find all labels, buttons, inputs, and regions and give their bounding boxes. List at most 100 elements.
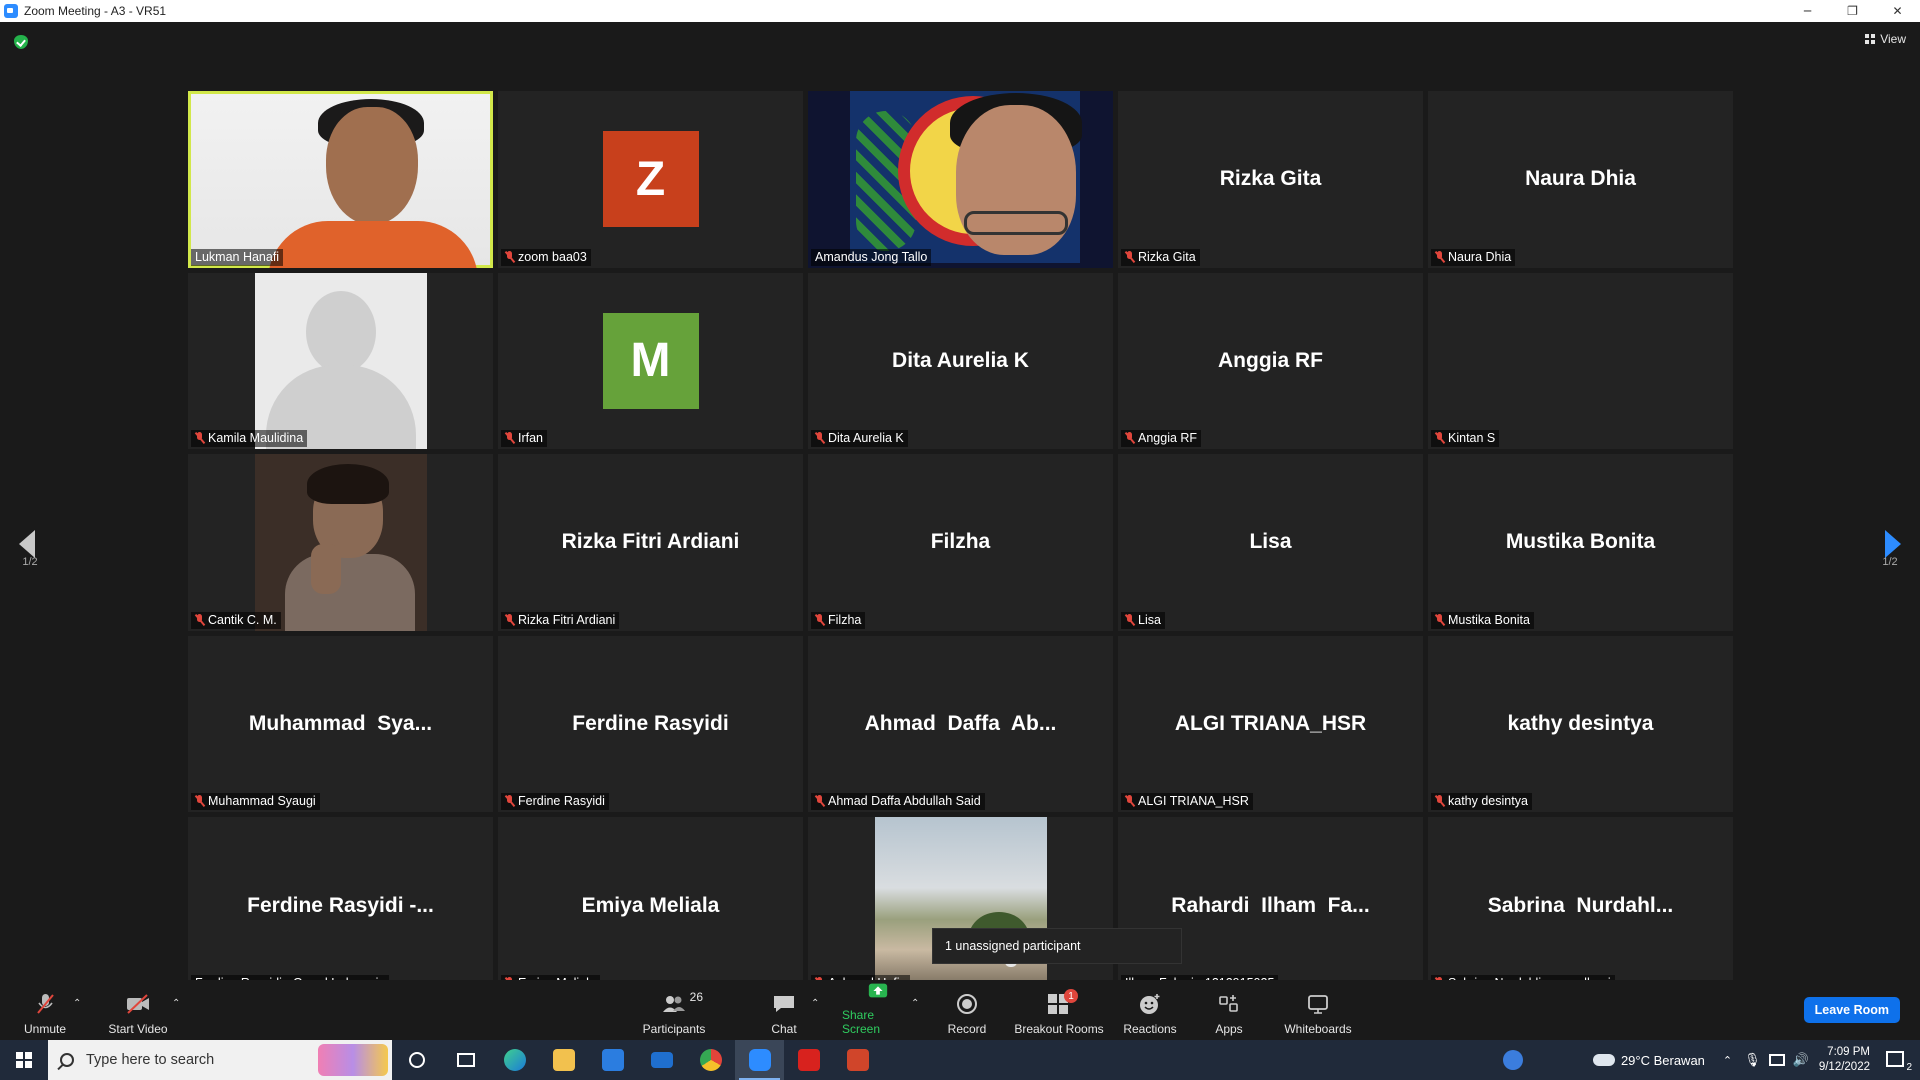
participant-tile[interactable]: Ferdine Rasyidi -... Ferdine Rasyidi - G…: [188, 817, 493, 994]
video-off-icon: [127, 994, 149, 1014]
previous-page-arrow-icon[interactable]: [19, 530, 35, 558]
start-video-button[interactable]: Start Video: [106, 980, 170, 1040]
participant-name: Lukman Hanafi: [195, 249, 280, 264]
security-shield-icon[interactable]: [14, 35, 28, 49]
microphone-icon[interactable]: 🎙: [1744, 1053, 1761, 1068]
participant-tile[interactable]: Achmad Hafiz: [808, 817, 1113, 994]
whiteboards-button[interactable]: Whiteboards: [1282, 980, 1354, 1040]
close-button[interactable]: ✕: [1875, 0, 1920, 22]
participant-tile[interactable]: Amandus Jong Tallo: [808, 91, 1113, 268]
unmute-label: Unmute: [23, 1022, 67, 1036]
notifications-button[interactable]: 2: [1884, 1049, 1912, 1073]
participant-display-name: Ferdine Rasyidi -...: [247, 893, 434, 917]
participant-tile[interactable]: Naura Dhia Naura Dhia: [1428, 91, 1733, 268]
participant-tile[interactable]: ALGI TRIANA_HSR ALGI TRIANA_HSR: [1118, 635, 1423, 813]
participant-display-name: Naura Dhia: [1525, 167, 1636, 191]
windows-taskbar: Type here to search 29°C Berawan ⌃ 🎙 🔊 7…: [0, 1040, 1920, 1080]
weather-text[interactable]: 29°C Berawan: [1621, 1053, 1705, 1068]
participant-name: ALGI TRIANA_HSR: [1138, 794, 1249, 809]
participant-tile[interactable]: Kintan S: [1428, 272, 1733, 450]
participant-tile[interactable]: Mustika Bonita Mustika Bonita: [1428, 454, 1733, 631]
muted-mic-icon: [195, 795, 204, 807]
muted-mic-icon: [1125, 795, 1134, 807]
search-placeholder: Type here to search: [86, 1052, 215, 1068]
breakout-rooms-button[interactable]: 1 Breakout Rooms: [1014, 980, 1104, 1040]
store-taskbar-button[interactable]: [588, 1040, 637, 1080]
participant-tile[interactable]: Muhammad Sya... Muhammad Syaugi: [188, 635, 493, 813]
reactions-button[interactable]: Reactions: [1122, 980, 1178, 1040]
chat-button[interactable]: Chat: [766, 980, 802, 1040]
chrome-taskbar-button[interactable]: [686, 1040, 735, 1080]
participant-tile[interactable]: Emiya Meliala Emiya Meliala: [498, 817, 803, 994]
participant-tile[interactable]: M Irfan: [498, 272, 803, 450]
next-page-arrow-icon[interactable]: [1885, 530, 1901, 558]
participant-tile[interactable]: Ahmad Daffa Ab... Ahmad Daffa Abdullah S…: [808, 635, 1113, 813]
edge-taskbar-button[interactable]: [490, 1040, 539, 1080]
network-icon[interactable]: [1768, 1054, 1785, 1066]
apps-icon: [1219, 995, 1238, 1012]
powerpoint-taskbar-button[interactable]: [833, 1040, 882, 1080]
minimize-button[interactable]: ─: [1785, 0, 1830, 22]
start-button[interactable]: [0, 1040, 48, 1080]
participant-tile[interactable]: Rizka Fitri Ardiani Rizka Fitri Ardiani: [498, 454, 803, 631]
participant-tile[interactable]: Kamila Maulidina: [188, 272, 493, 450]
participant-tile[interactable]: Filzha Filzha: [808, 454, 1113, 631]
video-options-chevron-icon[interactable]: ⌃: [172, 998, 180, 1009]
view-button[interactable]: View: [1865, 32, 1906, 46]
participant-display-name: Ahmad Daffa Ab...: [864, 712, 1057, 736]
participant-tile[interactable]: Rahardi Ilham Fa... Ilham Fahmi - 121291…: [1118, 817, 1423, 994]
muted-mic-icon: [1125, 613, 1134, 626]
participant-name: Rizka Fitri Ardiani: [518, 612, 616, 627]
participant-tile[interactable]: Dita Aurelia K Dita Aurelia K: [808, 272, 1113, 450]
clock-time: 7:09 PM: [1827, 1046, 1870, 1058]
muted-mic-icon: [1435, 613, 1444, 626]
cortana-button[interactable]: [392, 1040, 441, 1080]
participant-name-label: Filzha: [811, 611, 866, 629]
profile-photo: [874, 817, 1047, 994]
notification-center-icon: [1886, 1051, 1904, 1067]
share-screen-button[interactable]: Share Screen: [842, 980, 914, 1040]
participant-name-label: ALGI TRIANA_HSR: [1121, 793, 1253, 811]
apps-button[interactable]: Apps: [1214, 980, 1244, 1040]
audio-options-chevron-icon[interactable]: ⌃: [73, 998, 81, 1009]
participant-tile[interactable]: Sabrina Nurdahl... Sabrina Nurdahlia ram…: [1428, 817, 1733, 994]
leave-room-button[interactable]: Leave Room: [1803, 997, 1900, 1023]
participant-name-label: Naura Dhia: [1431, 248, 1516, 266]
taskbar-search-box[interactable]: Type here to search: [48, 1040, 392, 1080]
record-icon: [957, 994, 977, 1014]
participant-tile[interactable]: kathy desintya kathy desintya: [1428, 635, 1733, 813]
restore-button[interactable]: ❐: [1830, 0, 1875, 22]
participant-tile[interactable]: Lukman Hanafi: [188, 91, 493, 268]
unmute-button[interactable]: Unmute: [20, 980, 70, 1040]
share-options-chevron-icon[interactable]: ⌃: [911, 998, 919, 1009]
participant-name-label: Rizka Gita: [1121, 248, 1200, 266]
participant-tile[interactable]: Anggia RF Anggia RF: [1118, 272, 1423, 450]
participant-display-name: Rizka Gita: [1219, 167, 1322, 191]
participant-name: Anggia RF: [1138, 431, 1198, 446]
breakout-rooms-icon: 1: [1046, 989, 1078, 1016]
chevron-up-icon[interactable]: ⌃: [1723, 1054, 1732, 1067]
acrobat-taskbar-button[interactable]: [784, 1040, 833, 1080]
share-screen-label: Share Screen: [842, 1008, 881, 1036]
volume-icon[interactable]: 🔊: [1793, 1053, 1809, 1068]
file-explorer-taskbar-button[interactable]: [539, 1040, 588, 1080]
clock[interactable]: 7:09 PM 9/12/2022: [1819, 1045, 1870, 1075]
participant-tile[interactable]: Z zoom baa03: [498, 91, 803, 268]
mail-taskbar-button[interactable]: [637, 1040, 686, 1080]
participant-display-name: Muhammad Sya...: [248, 712, 433, 736]
participant-tile[interactable]: Lisa Lisa: [1118, 454, 1423, 631]
participant-name: Naura Dhia: [1448, 249, 1512, 264]
participant-tile[interactable]: Rizka Gita Rizka Gita: [1118, 91, 1423, 268]
muted-mic-icon: [1125, 250, 1134, 263]
participant-tile[interactable]: Ferdine Rasyidi Ferdine Rasyidi: [498, 635, 803, 813]
zoom-taskbar-button[interactable]: [735, 1040, 784, 1080]
chat-options-chevron-icon[interactable]: ⌃: [811, 998, 819, 1009]
participants-label: Participants: [642, 1022, 706, 1036]
task-view-button[interactable]: [441, 1040, 490, 1080]
help-icon[interactable]: [1502, 1050, 1523, 1070]
whiteboard-icon: [1308, 995, 1328, 1014]
record-button[interactable]: Record: [946, 980, 988, 1040]
participant-tile[interactable]: Cantik C. M.: [188, 454, 493, 631]
participants-button[interactable]: 26 Participants: [638, 980, 710, 1040]
window-title-bar: Zoom Meeting - A3 - VR51 ─ ❐ ✕: [0, 0, 1920, 22]
